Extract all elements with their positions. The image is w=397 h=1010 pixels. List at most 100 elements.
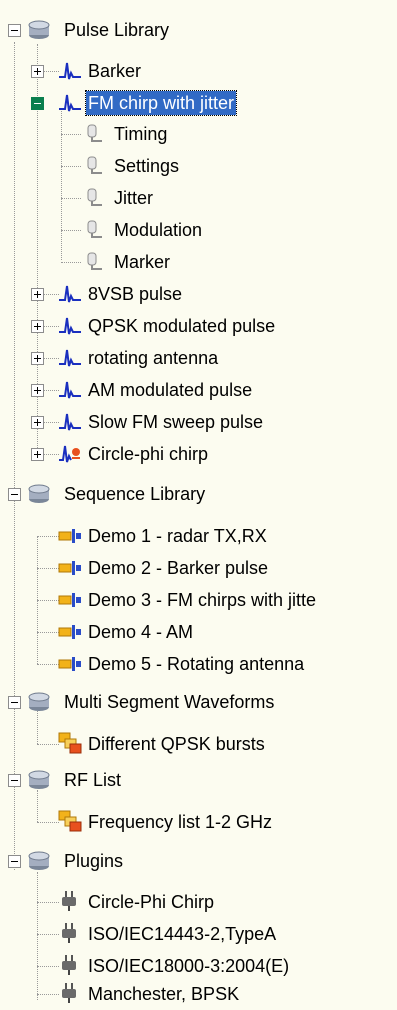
node-label: Pulse Library <box>64 20 170 40</box>
expand-toggle[interactable] <box>31 320 44 333</box>
expand-toggle[interactable] <box>31 416 44 429</box>
node-label: Jitter <box>114 188 154 208</box>
pulse-icon <box>58 315 82 337</box>
collapse-toggle[interactable] <box>8 855 21 868</box>
node-label: Multi Segment Waveforms <box>64 692 275 712</box>
node-label: Circle-phi chirp <box>88 444 209 464</box>
node-label: FM chirp with jitter <box>84 90 238 116</box>
tree-node-fm-chirp-with-jitter[interactable]: FM chirp with jitter <box>0 87 397 119</box>
tree-line <box>61 262 81 263</box>
node-label: Circle-Phi Chirp <box>88 892 215 912</box>
node-label: Demo 3 - FM chirps with jitte <box>88 590 317 610</box>
tree-node-jitter[interactable]: Jitter <box>0 182 397 214</box>
expand-toggle[interactable] <box>31 352 44 365</box>
node-label: Different QPSK bursts <box>88 734 265 754</box>
tree-line <box>61 166 81 167</box>
expand-toggle[interactable] <box>31 288 44 301</box>
pulse-icon <box>58 283 82 305</box>
expand-toggle[interactable] <box>31 65 44 78</box>
tree-node-plugins[interactable]: Plugins <box>0 845 397 877</box>
database-icon <box>27 483 51 505</box>
tree-node-marker[interactable]: Marker <box>0 246 397 278</box>
plug-icon <box>58 954 82 976</box>
plug-icon <box>58 890 82 912</box>
node-label: Modulation <box>114 220 203 240</box>
pulse-icon <box>58 92 82 114</box>
tree-node-demo-1[interactable]: Demo 1 - radar TX,RX <box>0 520 397 552</box>
tree-line <box>37 600 59 601</box>
tree-line <box>37 664 59 665</box>
tree-node-sequence-library[interactable]: Sequence Library <box>0 478 397 510</box>
tree-node-demo-2[interactable]: Demo 2 - Barker pulse <box>0 552 397 584</box>
tree-node-multi-segment-waveforms[interactable]: Multi Segment Waveforms <box>0 686 397 718</box>
tree-line <box>37 632 59 633</box>
sequence-icon <box>58 525 82 547</box>
tree-node-8vsb-pulse[interactable]: 8VSB pulse <box>0 278 397 310</box>
collapse-toggle[interactable] <box>8 24 21 37</box>
tree-node-pulse-library[interactable]: Pulse Library <box>0 14 397 46</box>
collapse-toggle[interactable] <box>8 774 21 787</box>
parameter-icon <box>82 123 106 145</box>
tree-line <box>37 536 59 537</box>
database-icon <box>27 691 51 713</box>
tree-line <box>37 744 59 745</box>
tree-line <box>37 902 59 903</box>
tree-line <box>61 134 81 135</box>
tree-line <box>37 994 59 995</box>
node-label: Plugins <box>64 851 124 871</box>
tree-node-plugin-iso-14443[interactable]: ISO/IEC14443-2,TypeA <box>0 918 397 950</box>
tree-node-plugin-circle-phi-chirp[interactable]: Circle-Phi Chirp <box>0 886 397 918</box>
tree-node-circle-phi-chirp[interactable]: Circle-phi chirp <box>0 438 397 470</box>
tree-node-different-qpsk-bursts[interactable]: Different QPSK bursts <box>0 728 397 760</box>
parameter-icon <box>82 251 106 273</box>
library-tree: Pulse Library Barker FM chirp with jitte… <box>0 0 397 1009</box>
tree-node-am-modulated-pulse[interactable]: AM modulated pulse <box>0 374 397 406</box>
node-label: Sequence Library <box>64 484 206 504</box>
node-label: QPSK modulated pulse <box>88 316 276 336</box>
parameter-icon <box>82 219 106 241</box>
node-label: Demo 5 - Rotating antenna <box>88 654 305 674</box>
node-label: Demo 4 - AM <box>88 622 194 642</box>
database-icon <box>27 769 51 791</box>
tree-node-qpsk-modulated-pulse[interactable]: QPSK modulated pulse <box>0 310 397 342</box>
tree-line <box>37 966 59 967</box>
pulse-icon <box>58 60 82 82</box>
node-label: Manchester, BPSK <box>88 984 240 1004</box>
tree-node-plugin-manchester-bpsk[interactable]: Manchester, BPSK <box>0 978 397 1010</box>
tree-node-settings[interactable]: Settings <box>0 150 397 182</box>
node-label: 8VSB pulse <box>88 284 183 304</box>
database-icon <box>27 850 51 872</box>
tree-node-demo-3[interactable]: Demo 3 - FM chirps with jitte <box>0 584 397 616</box>
tree-node-barker[interactable]: Barker <box>0 55 397 87</box>
tree-line <box>37 822 59 823</box>
tree-line <box>61 198 81 199</box>
database-icon <box>27 19 51 41</box>
tree-node-demo-5[interactable]: Demo 5 - Rotating antenna <box>0 648 397 680</box>
pulse-icon <box>58 379 82 401</box>
expand-toggle[interactable] <box>31 384 44 397</box>
node-label: Slow FM sweep pulse <box>88 412 264 432</box>
parameter-icon <box>82 155 106 177</box>
parameter-icon <box>82 187 106 209</box>
tree-node-demo-4[interactable]: Demo 4 - AM <box>0 616 397 648</box>
tree-node-frequency-list[interactable]: Frequency list 1-2 GHz <box>0 806 397 838</box>
pulse-icon <box>58 347 82 369</box>
tree-node-rf-list[interactable]: RF List <box>0 764 397 796</box>
plugin-pulse-icon <box>58 443 82 465</box>
tree-line <box>37 934 59 935</box>
multi-segment-icon <box>58 732 82 754</box>
tree-node-timing[interactable]: Timing <box>0 118 397 150</box>
tree-node-modulation[interactable]: Modulation <box>0 214 397 246</box>
collapse-toggle[interactable] <box>31 97 44 110</box>
expand-toggle[interactable] <box>31 448 44 461</box>
tree-node-slow-fm-sweep-pulse[interactable]: Slow FM sweep pulse <box>0 406 397 438</box>
sequence-icon <box>58 653 82 675</box>
multi-segment-icon <box>58 810 82 832</box>
collapse-toggle[interactable] <box>8 696 21 709</box>
tree-node-rotating-antenna[interactable]: rotating antenna <box>0 342 397 374</box>
tree-line <box>37 568 59 569</box>
node-label: RF List <box>64 770 122 790</box>
node-label: ISO/IEC14443-2,TypeA <box>88 924 277 944</box>
collapse-toggle[interactable] <box>8 488 21 501</box>
plug-icon <box>58 982 82 1004</box>
